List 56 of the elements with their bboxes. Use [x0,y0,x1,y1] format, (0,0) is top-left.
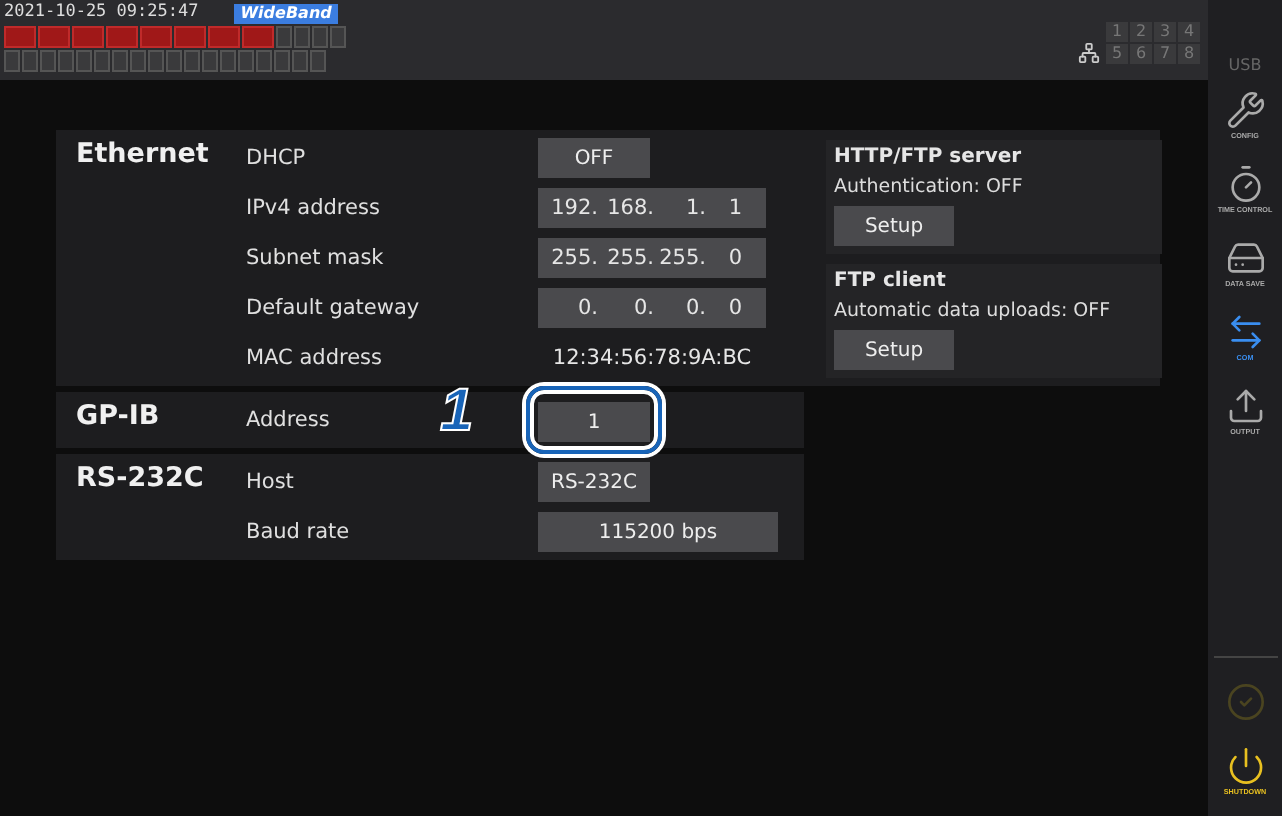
field-label: DHCP [246,146,308,170]
octet: 255. [657,246,706,270]
port-number: 7 [1154,44,1176,64]
octet: 0. [575,296,598,320]
ip-field[interactable]: 255. 255. 255. 0 [538,238,766,278]
ip-field[interactable]: 192. 168. 1. 1 [538,188,766,228]
field-label: IPv4 address [246,196,382,220]
port-number: 2 [1130,22,1152,42]
check-icon [1225,682,1265,722]
address-field[interactable]: 1 [538,402,650,443]
port-number: 6 [1130,44,1152,64]
wrench-icon [1225,90,1265,130]
octet: 0 [726,246,742,270]
field-label: Subnet mask [246,246,386,270]
octet: 1 [726,196,742,220]
section-title: Ethernet [76,138,211,174]
octet: 255. [549,246,598,270]
field-label: Host [246,470,296,494]
setup-button[interactable]: Setup [834,330,954,370]
callout-number: 1 [440,377,474,446]
stopwatch-icon [1225,164,1265,204]
octet: 0 [726,296,742,320]
port-number: 5 [1106,44,1128,64]
power-icon [1225,746,1265,786]
panel-title: FTP client [834,270,948,292]
status-text: Automatic data uploads: OFF [834,300,1113,322]
port-number: 4 [1178,22,1200,42]
network-icon [1078,42,1100,64]
mac-address: 12:34:56:78:9A:BC [550,346,754,370]
upload-icon [1225,386,1265,426]
date-time: 2021-10-25 09:25:47 [4,2,199,24]
port-number: 1 [1106,22,1128,42]
field-label: Baud rate [246,520,352,544]
panel-title: HTTP/FTP server [834,146,1024,168]
port-number: 8 [1178,44,1200,64]
port-number: 3 [1154,22,1176,42]
toggle-button[interactable]: OFF [538,138,650,178]
field-label: MAC address [246,346,384,370]
field-label: Address [246,408,332,432]
usb-label: USB [1228,56,1262,74]
arrows-icon [1225,312,1265,352]
section-title: RS-232C [76,462,206,498]
setup-button[interactable]: Setup [834,206,954,246]
ip-field[interactable]: 0. 0. 0. 0 [538,288,766,328]
octet: 0. [631,296,654,320]
mode-badge: WideBand [234,3,338,23]
octet: 168. [605,196,654,220]
status-text: Authentication: OFF [834,176,1025,198]
octet: 1. [683,196,706,220]
select-field[interactable]: 115200 bps [538,512,778,552]
select-field[interactable]: RS-232C [538,462,650,502]
octet: 192. [549,196,598,220]
octet: 0. [683,296,706,320]
section-title: GP-IB [76,400,162,436]
field-label: Default gateway [246,296,422,320]
octet: 255. [605,246,654,270]
